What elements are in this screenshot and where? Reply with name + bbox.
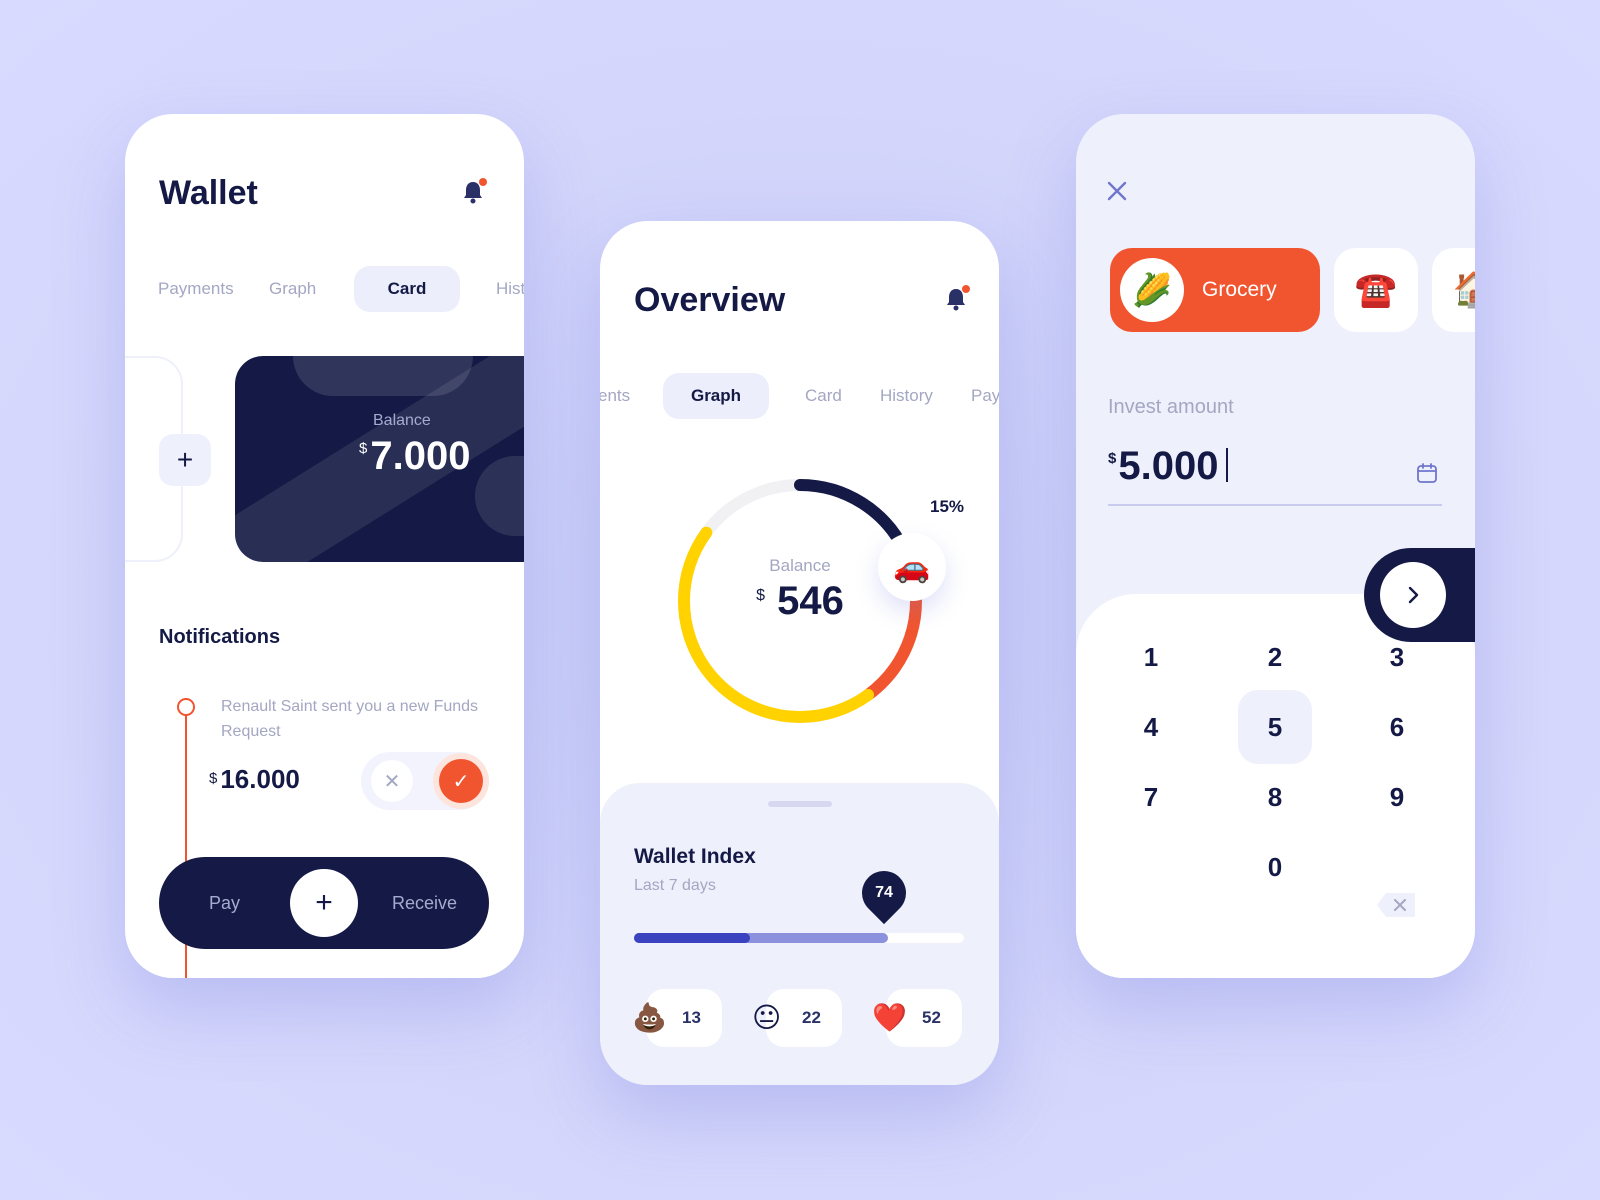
key-6[interactable]: 6	[1360, 690, 1434, 764]
invest-amount-input[interactable]: $5.000	[1108, 444, 1229, 489]
tab-payments[interactable]: ents	[600, 373, 630, 419]
card-decoration	[475, 456, 524, 536]
page-title: Overview	[634, 281, 786, 319]
category-label: Grocery	[1202, 278, 1277, 301]
tab-card[interactable]: Card	[354, 266, 460, 312]
invest-amount-label: Invest amount	[1108, 396, 1234, 418]
next-button[interactable]	[1380, 562, 1446, 628]
poop-icon: 💩	[632, 1002, 667, 1033]
overview-screen: Overview ents Graph Card History Pay Bal…	[600, 221, 999, 1085]
add-card-button[interactable]: +	[159, 434, 211, 486]
text-caret	[1226, 448, 1229, 482]
wallet-index-subtitle: Last 7 days	[634, 877, 716, 894]
tab-history[interactable]: Hist	[496, 266, 524, 312]
index-value: 74	[875, 884, 893, 901]
request-toggle: ✕ ✓	[361, 752, 489, 810]
tab-graph[interactable]: Graph	[269, 266, 316, 312]
notifications-heading: Notifications	[159, 626, 281, 648]
key-7[interactable]: 7	[1114, 760, 1188, 834]
sheet-handle[interactable]	[768, 801, 832, 807]
neutral-face-icon: 😐	[752, 1002, 782, 1033]
tab-history[interactable]: History	[880, 373, 933, 419]
card-balance-value: $7.000	[359, 434, 471, 478]
category-percent: 15%	[930, 497, 965, 516]
tab-pay[interactable]: Pay	[971, 373, 999, 419]
category-grocery[interactable]: 🌽 Grocery	[1110, 248, 1320, 332]
backspace-icon[interactable]	[1376, 892, 1416, 918]
telephone-icon: ☎️	[1354, 271, 1398, 309]
key-2[interactable]: 2	[1238, 620, 1312, 694]
wallet-index-sheet: Wallet Index Last 7 days 74 13 💩 22 😐 52…	[600, 783, 999, 1085]
card-balance-label: Balance	[373, 412, 431, 429]
calendar-icon[interactable]	[1416, 462, 1438, 484]
tab-graph[interactable]: Graph	[663, 373, 769, 419]
index-track	[634, 933, 964, 943]
chevron-right-icon	[1408, 586, 1419, 604]
heart-icon: ❤️	[872, 1002, 907, 1033]
notification-dot	[479, 178, 487, 186]
timeline-dot	[177, 698, 195, 716]
house-icon: 🏠	[1452, 271, 1475, 309]
number-keypad: 1 2 3 4 5 6 7 8 9 0	[1076, 594, 1475, 978]
notification-text: Renault Saint sent you a new Funds Reque…	[221, 698, 479, 740]
pay-receive-bar: Pay + Receive	[159, 857, 489, 949]
tab-bar: Payments Graph Card Hist	[125, 266, 524, 312]
plus-button[interactable]: +	[290, 869, 358, 937]
pay-button[interactable]: Pay	[209, 857, 240, 949]
category-home[interactable]: 🏠	[1432, 248, 1475, 332]
index-progress-primary	[634, 933, 750, 943]
input-underline	[1108, 504, 1442, 506]
receive-button[interactable]: Receive	[392, 857, 457, 949]
key-8[interactable]: 8	[1238, 760, 1312, 834]
invest-screen: 🌽 Grocery ☎️ 🏠 Invest amount $5.000 1 2 …	[1076, 114, 1475, 978]
tab-bar: ents Graph Card History Pay	[600, 373, 999, 419]
wallet-index-title: Wallet Index	[634, 845, 756, 868]
request-amount: $16.000	[209, 764, 300, 794]
wallet-screen: Wallet Payments Graph Card Hist + Balanc…	[125, 114, 524, 978]
key-5[interactable]: 5	[1238, 690, 1312, 764]
balance-donut-chart: Balance $546	[660, 461, 940, 741]
balance-card[interactable]: Balance $7.000	[235, 356, 524, 562]
accept-button[interactable]: ✓	[439, 759, 483, 803]
tab-payments[interactable]: Payments	[158, 266, 234, 312]
close-icon[interactable]	[1106, 180, 1128, 202]
key-1[interactable]: 1	[1114, 620, 1188, 694]
notification-dot	[962, 285, 970, 293]
page-title: Wallet	[159, 174, 258, 212]
corn-icon: 🌽	[1120, 258, 1184, 322]
key-4[interactable]: 4	[1114, 690, 1188, 764]
decline-button[interactable]: ✕	[371, 760, 413, 802]
bell-icon[interactable]	[462, 178, 487, 204]
key-0[interactable]: 0	[1238, 830, 1312, 904]
bell-icon[interactable]	[945, 285, 970, 311]
key-9[interactable]: 9	[1360, 760, 1434, 834]
category-phone[interactable]: ☎️	[1334, 248, 1418, 332]
tab-card[interactable]: Card	[805, 373, 842, 419]
car-icon[interactable]: 🚗	[878, 533, 946, 601]
